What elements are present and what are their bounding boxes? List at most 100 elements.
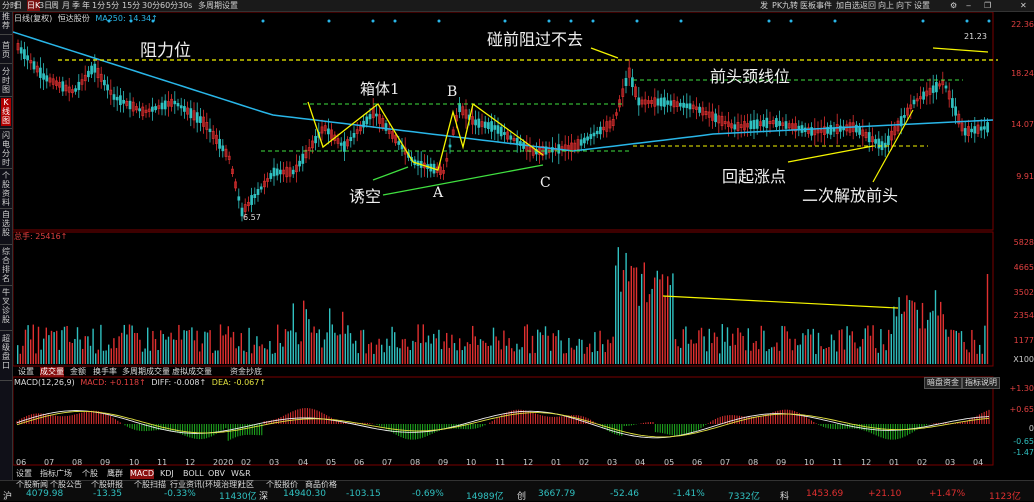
toolbar-item[interactable]: 设置: [222, 0, 238, 11]
volume-bar: [703, 336, 705, 364]
gear-icon[interactable]: ⚙: [950, 0, 957, 11]
volume-bar: [87, 336, 89, 364]
toolbar-item[interactable]: 5分: [106, 0, 119, 11]
minimize-icon[interactable]: ‒: [966, 0, 971, 11]
date-tick-label: 06: [354, 458, 365, 467]
candle-body: [272, 167, 276, 177]
annotation-lines: [58, 19, 998, 309]
volume-bar: [173, 339, 175, 364]
indicator-tab[interactable]: 个股: [82, 469, 98, 479]
toolbar-item[interactable]: 60分: [160, 0, 178, 11]
toolbar-item[interactable]: 季: [72, 0, 80, 11]
bottom-link[interactable]: 个股研报: [91, 480, 123, 489]
indicator-tab[interactable]: 鹰群: [107, 469, 123, 479]
sidebar-item[interactable]: 自选股: [1, 210, 11, 242]
sidebar-item[interactable]: 闪电分时: [1, 131, 11, 167]
sidebar-divider: [0, 128, 12, 129]
volume-bar: [973, 339, 976, 364]
volume-bar: [490, 345, 492, 364]
bottom-link[interactable]: 商品价格: [305, 480, 337, 489]
volume-bar: [635, 267, 638, 364]
stock-name[interactable]: 恒达股份: [58, 14, 90, 23]
bottom-link[interactable]: 个股扫描: [134, 480, 166, 489]
sidebar-item[interactable]: K线图: [1, 98, 11, 126]
sh-index[interactable]: 4079.98: [26, 489, 63, 499]
bottom-link[interactable]: 行业资讯(环境治理): [170, 480, 240, 489]
volume-tab[interactable]: 换手率: [93, 367, 117, 377]
sidebar-item[interactable]: 首页: [1, 41, 11, 61]
candle-body: [458, 103, 461, 113]
cy-index[interactable]: 3667.79: [538, 489, 575, 499]
volume-bar: [529, 353, 531, 364]
toolbar-item[interactable]: 发: [760, 0, 768, 11]
volume-tab[interactable]: 虚拟成交量: [172, 367, 212, 377]
volume-bar: [227, 326, 229, 364]
toolbar-item[interactable]: 月: [62, 0, 70, 11]
volume-tab[interactable]: 设置: [18, 367, 34, 377]
sidebar-item[interactable]: 个股资料: [1, 171, 11, 207]
cy-change: -52.46: [610, 489, 640, 499]
bottom-link[interactable]: 个股新闻: [16, 480, 48, 489]
volume-tab[interactable]: 多周期成交量: [122, 367, 170, 377]
toolbar-item[interactable]: 30分: [142, 0, 160, 11]
event-marker: [789, 19, 793, 23]
toolbar-item[interactable]: 事件: [816, 0, 832, 11]
indicator-tab[interactable]: W&R: [231, 469, 251, 479]
indicator-tab[interactable]: MACD: [130, 469, 154, 479]
volume-bar: [212, 352, 214, 364]
bottom-link[interactable]: 个股公告: [50, 480, 82, 489]
price-axis-label: 9.91: [1016, 172, 1034, 181]
toolbar-item[interactable]: 多周期: [198, 0, 222, 11]
toolbar-item[interactable]: 返回: [860, 0, 876, 11]
indicator-tab[interactable]: OBV: [208, 469, 225, 479]
date-tick-label: 03: [945, 458, 956, 467]
dark-pool-button[interactable]: 暗盘资金: [924, 377, 962, 389]
toolbar-item[interactable]: 设置: [914, 0, 930, 11]
candle-body: [586, 136, 589, 141]
toolbar-item[interactable]: 九转: [782, 0, 798, 11]
indicator-tab[interactable]: KDJ: [160, 469, 174, 479]
restore-icon[interactable]: ❐: [984, 0, 991, 11]
sidebar-item[interactable]: 综合排名: [1, 247, 11, 283]
chart-canvas: [13, 12, 998, 466]
indicator-tab[interactable]: BOLL: [183, 469, 204, 479]
volume-bar: [108, 344, 110, 364]
toolbar-item[interactable]: 日: [14, 0, 22, 11]
toolbar-item[interactable]: 周: [51, 0, 59, 11]
sidebar-item[interactable]: 超级盘口: [1, 334, 11, 378]
toolbar-item[interactable]: 向下: [896, 0, 912, 11]
volume-bar: [898, 297, 900, 364]
sidebar-item[interactable]: 推荐: [1, 12, 11, 32]
toolbar-item[interactable]: 向上: [878, 0, 894, 11]
volume-bar: [781, 325, 783, 364]
toolbar-item[interactable]: 30s: [178, 0, 192, 11]
sidebar-divider: [0, 34, 12, 35]
toolbar-item[interactable]: 医板: [800, 0, 816, 11]
cy-pct: -1.41%: [673, 489, 705, 499]
volume-tab[interactable]: 金额: [70, 367, 86, 377]
volume-bar: [953, 330, 955, 364]
kc-index[interactable]: 1453.69: [806, 489, 843, 499]
sz-index[interactable]: 14940.30: [283, 489, 326, 499]
volume-bar: [498, 340, 500, 364]
indicator-tab[interactable]: 设置: [16, 469, 32, 479]
macd-title: MACD(12,26,9): [14, 378, 75, 387]
indicator-tab[interactable]: 指标广场: [40, 469, 72, 479]
toolbar-item[interactable]: 年: [82, 0, 90, 11]
indicator-help-button[interactable]: 指标说明: [962, 377, 1000, 389]
volume-trend-line: [662, 295, 899, 309]
toolbar-item[interactable]: 15分: [122, 0, 140, 11]
volume-bar: [19, 353, 21, 364]
candle-body: [448, 144, 452, 148]
close-icon[interactable]: ✕: [1020, 0, 1027, 11]
toolbar-item[interactable]: 加自选: [836, 0, 860, 11]
bottom-link[interactable]: 个股报价: [266, 480, 298, 489]
bottom-link[interactable]: 社区: [238, 480, 254, 489]
toolbar-item[interactable]: 1分: [92, 0, 105, 11]
toolbar-item[interactable]: PK: [772, 0, 782, 11]
volume-bar: [508, 338, 510, 364]
sidebar-item[interactable]: 牛叉诊股: [1, 288, 11, 328]
volume-tab[interactable]: 成交量: [40, 367, 64, 377]
volume-tab[interactable]: 资金抄底: [230, 367, 262, 377]
sidebar-item[interactable]: 分时图: [1, 67, 11, 94]
